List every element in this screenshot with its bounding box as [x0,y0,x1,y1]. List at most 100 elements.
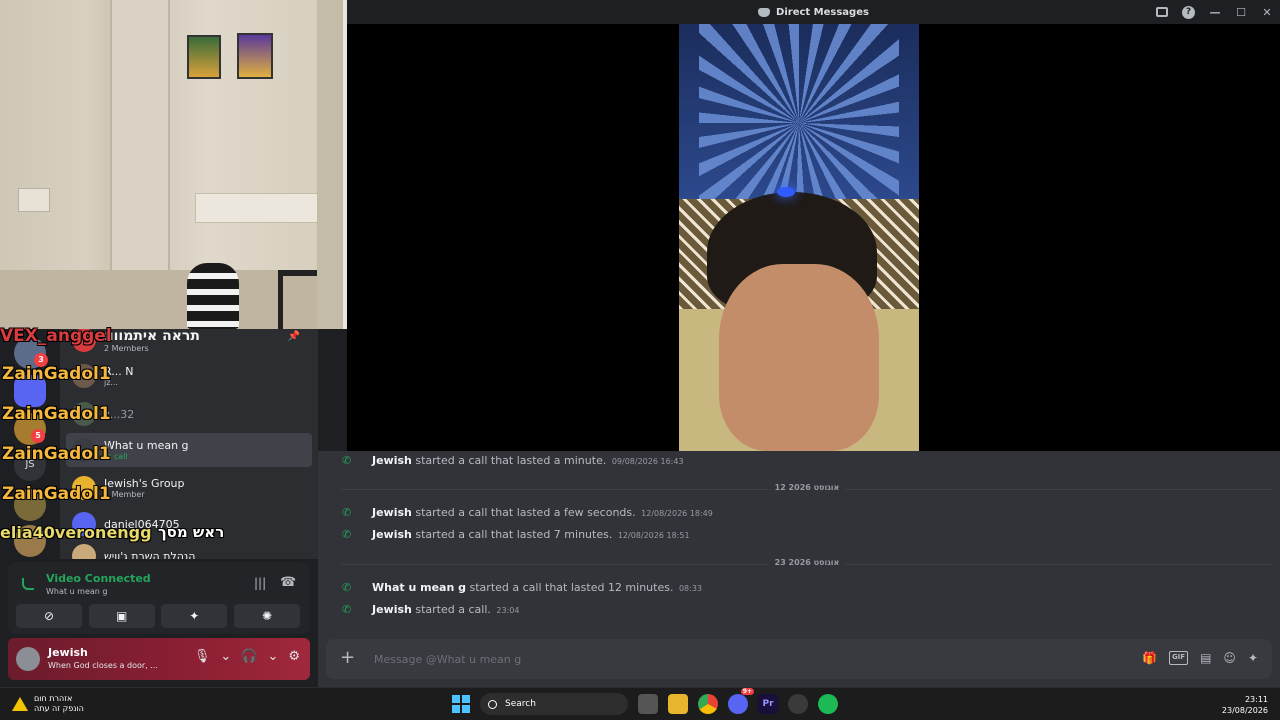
emoji-icon[interactable]: ☺ [1223,651,1236,665]
message-time: 23:04 [496,606,520,615]
soundboard-button[interactable]: ✺ [233,604,300,628]
overlay-name-top: VEX_anggel [0,326,112,346]
gift-icon[interactable]: 🎁 [1142,651,1157,665]
voice-panel: Video Connected What u mean g ||| ☎ ⊘ ▣ … [8,562,310,634]
voice-buttons: ⊘ ▣ ✦ ✺ [16,604,300,628]
dm-sub: In call [104,452,128,461]
voice-status[interactable]: Video Connected [46,572,151,585]
clock-time: 23:11 [1244,695,1268,704]
gif-icon[interactable]: GIF [1168,651,1189,665]
chat-area: ✆ Jewish started a call that lasted a min… [318,451,1280,687]
spotify-icon[interactable] [818,694,838,714]
webcam-heater [195,193,325,223]
minimize-button[interactable]: — [1202,6,1228,19]
file-explorer-icon[interactable] [668,694,688,714]
avatar[interactable] [16,647,40,671]
taskbar: אזהרת חום הונפק זה עתה Search 9+ Pr 23:1… [0,687,1280,720]
apps-icon[interactable]: ✦ [1248,651,1258,665]
user-name[interactable]: Jewish [48,646,88,659]
message-text: started a call. [415,603,491,616]
call-message: ✆ Jewish started a call that lasted 7 min… [342,528,690,541]
inbox-icon[interactable] [1156,7,1168,17]
dm-sub: 1 Member [104,490,145,499]
webcam-door [110,0,170,300]
phone-icon: ✆ [342,506,352,519]
maximize-button[interactable]: ☐ [1228,6,1254,19]
overlay-name: ZainGadol1 [2,364,111,384]
webcam-overlay [0,0,347,329]
weather-line-2: הונפק זה עתה [34,704,84,713]
phone-icon: ✆ [342,528,352,541]
chrome-icon[interactable] [698,694,718,714]
disconnect-icon[interactable]: ☎ [280,575,296,590]
avatar [72,544,96,559]
webcam-light-switch [18,188,50,212]
weather-widget[interactable]: אזהרת חום הונפק זה עתה [12,694,84,714]
title-bar: Direct Messages ? — ☐ ✕ [347,0,1280,24]
user-panel: Jewish When God closes a door, ... 🎙 ⌄ 🎧… [8,638,310,680]
message-input[interactable] [374,649,1074,669]
overlay-name: ZainGadol1 [2,484,111,504]
attach-plus-icon[interactable]: + [340,647,355,668]
overlay-name: ZainGadol1 [2,444,111,464]
overlay-name-bottom: elia40veronengg [0,523,152,542]
discord-logo-icon [758,7,771,17]
camera-off-button[interactable]: ⊘ [16,604,82,628]
user-status: When God closes a door, ... [48,661,158,670]
composer-tools: 🎁 GIF ▤ ☺ ✦ [1142,651,1258,665]
task-view-icon[interactable] [638,694,658,714]
chevron-down-icon[interactable]: ⌄ [267,649,278,664]
dm-item[interactable]: הנהלת השרת ג'וויש [66,539,312,559]
taskbar-clock[interactable]: 23:11 23/08/2026 [1222,694,1268,716]
activities-button[interactable]: ✦ [161,604,228,628]
dm-group-title: תראה איתמוווו [104,329,200,344]
taskbar-apps: Search 9+ Pr [452,688,838,715]
call-message: ✆ Jewish started a call. 23:04 [342,603,519,616]
screen-share-button[interactable]: ▣ [88,604,155,628]
date-divider: 12 אוגוסט 2026 [342,483,1272,492]
search-icon [488,699,497,709]
premiere-icon[interactable]: Pr [758,694,778,714]
warning-icon [12,697,28,711]
webcam-poster [237,33,273,79]
video-stage[interactable] [347,24,1280,451]
call-message: ✆ Jewish started a call that lasted a few… [342,506,713,519]
message-author[interactable]: What u mean g [372,581,466,594]
discord-taskbar-icon[interactable]: 9+ [728,688,754,714]
sticker-icon[interactable]: ▤ [1200,651,1211,665]
dm-name: הנהלת השרת ג'וויש [104,549,196,560]
window-title: Direct Messages [776,6,869,18]
phone-icon: ✆ [342,454,352,467]
message-author[interactable]: Jewish [372,506,412,519]
pin-icon[interactable]: 📌 [288,331,300,342]
noise-suppression-icon[interactable]: ||| [254,576,266,590]
date-divider: 23 אוגוסט 2026 [342,558,1272,567]
gear-icon[interactable]: ⚙ [288,649,300,664]
message-time: 12/08/2026 18:51 [617,531,690,540]
voice-channel[interactable]: What u mean g [46,587,107,596]
message-author[interactable]: Jewish [372,528,412,541]
overlay-hebrew: ראש מסך [158,523,225,541]
message-author[interactable]: Jewish [372,454,412,467]
date-divider-label: 12 אוגוסט 2026 [768,483,846,492]
video-palm [699,24,899,204]
chevron-down-icon[interactable]: ⌄ [220,649,231,664]
headphones-icon[interactable]: 🎧 [241,649,257,664]
windows-start-icon[interactable] [452,695,470,713]
webcam-speaker [187,263,239,329]
participant-video[interactable] [679,24,919,451]
call-message: ✆ What u mean g started a call that laste… [342,581,702,594]
microphone-icon[interactable]: 🎙 [194,649,211,664]
close-button[interactable]: ✕ [1254,6,1280,19]
phone-icon: ✆ [342,603,352,616]
signal-icon [22,578,34,590]
screen: Direct Messages ? — ☐ ✕ 3 5 JS תראה איתמ… [0,0,1280,720]
phone-icon: ✆ [342,581,352,594]
message-author[interactable]: Jewish [372,603,412,616]
discord-badge: 9+ [740,688,754,695]
search-label: Search [505,699,536,709]
steam-icon[interactable] [788,694,808,714]
taskbar-search[interactable]: Search [480,693,628,715]
help-icon[interactable]: ? [1182,5,1195,19]
server-badge: 5 [31,429,45,443]
